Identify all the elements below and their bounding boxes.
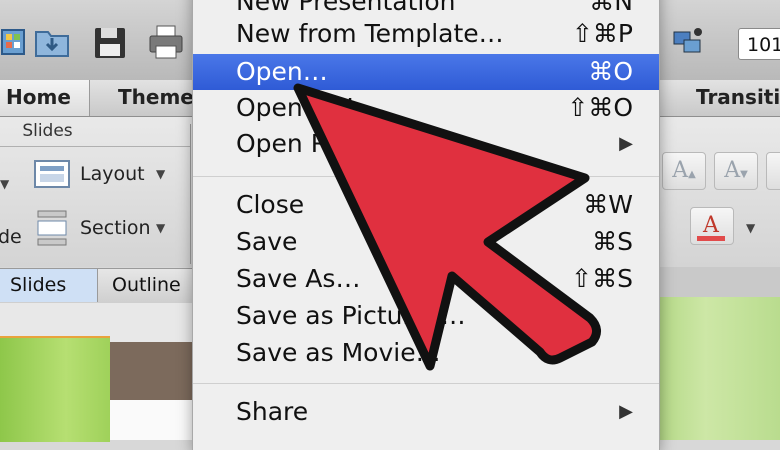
- menu-item-save[interactable]: Save ⌘S: [193, 224, 659, 260]
- menu-item-shortcut: ⌘W: [583, 190, 633, 219]
- font-color-button[interactable]: A: [690, 207, 734, 245]
- menu-item-shortcut: ⇧⌘P: [571, 19, 633, 48]
- submenu-arrow-icon: ▶: [619, 401, 633, 422]
- menu-item-shortcut: ⇧⌘O: [567, 93, 633, 122]
- menu-item-label: Close: [236, 190, 305, 219]
- section-icon: [37, 210, 67, 246]
- tab-slides-pane[interactable]: Slides: [0, 269, 98, 302]
- grow-font-button[interactable]: A▲: [662, 152, 706, 190]
- menu-item-save-as[interactable]: Save As… ⇧⌘S: [193, 261, 659, 297]
- menu-item-shortcut: ⌘S: [592, 227, 633, 256]
- open-folder-icon[interactable]: [34, 22, 70, 62]
- menu-item-label: Share: [236, 397, 309, 426]
- menu-item-open-recent[interactable]: Open Recent ▶: [193, 126, 659, 162]
- print-icon[interactable]: [148, 22, 184, 62]
- section-button[interactable]: Section: [80, 217, 151, 239]
- menu-item-share[interactable]: Share ▶: [193, 394, 659, 430]
- shrink-font-button[interactable]: A▼: [714, 152, 758, 190]
- new-slide-button[interactable]: de: [0, 226, 22, 248]
- menu-item-shortcut: ⌘O: [588, 57, 633, 86]
- tab-home[interactable]: Home: [0, 80, 90, 116]
- new-slide-dropdown-arrow[interactable]: ▼: [0, 177, 9, 191]
- menu-item-label: Save as Pictures…: [236, 301, 466, 330]
- clear-format-button[interactable]: [766, 152, 780, 190]
- layout-button[interactable]: Layout: [80, 163, 145, 185]
- menu-item-close[interactable]: Close ⌘W: [193, 187, 659, 223]
- menu-item-label: Save: [236, 227, 298, 256]
- menu-item-label: Save as Movie…: [236, 338, 441, 367]
- pane-tab-bar: Slides Outline: [0, 268, 200, 304]
- menu-item-label: Save As…: [236, 264, 361, 293]
- save-icon[interactable]: [92, 22, 128, 62]
- gallery-icon[interactable]: [0, 22, 30, 62]
- menu-item-label: New from Template…: [236, 19, 504, 48]
- file-menu: New Presentation ⌘N New from Template… ⇧…: [192, 0, 660, 450]
- tab-transitions[interactable]: Transiti: [696, 80, 780, 116]
- font-color-dropdown-arrow[interactable]: ▼: [746, 221, 755, 235]
- menu-item-label: Open…: [236, 57, 328, 86]
- slide-canvas-header: [110, 342, 200, 400]
- menu-item-open[interactable]: Open… ⌘O: [193, 54, 659, 90]
- font-color-icon: A: [697, 213, 725, 241]
- media-browser-icon[interactable]: [670, 22, 706, 62]
- menu-item-new-from-template[interactable]: New from Template… ⇧⌘P: [193, 16, 659, 52]
- menu-item-save-as-pictures[interactable]: Save as Pictures…: [193, 298, 659, 334]
- slides-group-title: Slides: [22, 121, 73, 141]
- section-dropdown-arrow[interactable]: ▼: [156, 221, 165, 235]
- slide-thumbnail[interactable]: [0, 336, 110, 442]
- menu-item-label: Open URL…: [236, 93, 386, 122]
- layout-dropdown-arrow[interactable]: ▼: [156, 167, 165, 181]
- group-divider: [0, 146, 190, 147]
- tab-outline-pane[interactable]: Outline: [112, 269, 181, 302]
- group-separator: [190, 124, 191, 264]
- menu-separator: [193, 176, 659, 177]
- zoom-field[interactable]: 101: [738, 28, 780, 60]
- menu-item-open-url[interactable]: Open URL… ⇧⌘O: [193, 90, 659, 126]
- slide-canvas[interactable]: [110, 400, 200, 440]
- svg-text:A: A: [702, 213, 720, 238]
- menu-item-save-as-movie[interactable]: Save as Movie…: [193, 335, 659, 371]
- tab-themes[interactable]: Theme: [118, 80, 194, 116]
- ribbon-bottom-strip: [656, 267, 780, 297]
- layout-icon: [34, 160, 70, 188]
- menu-item-label: Open Recent: [236, 129, 398, 158]
- menu-item-shortcut: ⇧⌘S: [571, 264, 633, 293]
- submenu-arrow-icon: ▶: [619, 133, 633, 154]
- menu-separator: [193, 383, 659, 384]
